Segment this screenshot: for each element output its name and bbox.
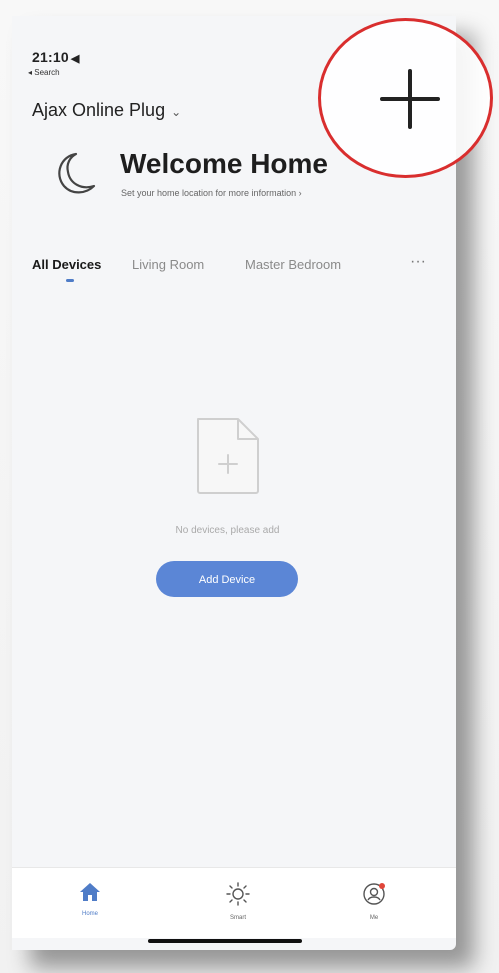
nav-home-label: Home xyxy=(81,911,98,917)
active-tab-indicator xyxy=(66,279,74,282)
more-tabs-icon[interactable]: ··· xyxy=(410,253,426,271)
sun-icon xyxy=(226,882,250,906)
room-tabs: All Devices Living Room Master Bedroom ·… xyxy=(32,253,426,297)
status-time-text: 21:10 xyxy=(32,49,69,65)
nav-smart[interactable]: Smart xyxy=(208,882,268,921)
bottom-navigation: Home Smart Me xyxy=(12,867,456,938)
tab-living-room[interactable]: Living Room xyxy=(132,257,204,272)
home-name: Ajax Online Plug xyxy=(32,100,166,120)
location-arrow-icon: ◀ xyxy=(70,53,80,65)
tab-all-devices[interactable]: All Devices xyxy=(32,257,101,272)
home-selector[interactable]: Ajax Online Plug ⌄ xyxy=(32,100,181,121)
nav-home[interactable]: Home xyxy=(60,882,120,917)
welcome-title: Welcome Home xyxy=(120,148,328,179)
profile-icon xyxy=(363,883,385,905)
no-devices-message: No devices, please add xyxy=(175,525,280,536)
plus-icon xyxy=(380,69,440,129)
home-indicator-bar xyxy=(148,939,302,943)
nav-me-label: Me xyxy=(369,915,379,921)
empty-document-icon xyxy=(197,418,259,494)
house-icon xyxy=(80,883,100,901)
tab-master-bedroom[interactable]: Master Bedroom xyxy=(245,257,341,272)
moon-icon xyxy=(58,152,96,194)
nav-smart-label: Smart xyxy=(229,915,246,921)
chevron-down-icon: ⌄ xyxy=(171,104,182,119)
app-page: 21:10 ◀ ◂ Search Ajax Online Plug ⌄ Welco… xyxy=(0,0,499,973)
nav-me[interactable]: Me xyxy=(344,882,404,921)
home-location-prompt[interactable]: Set your home location for more informat… xyxy=(121,188,302,198)
empty-state: No devices, please add Add Device xyxy=(145,415,310,601)
status-time: 21:10 ◀ xyxy=(32,49,79,65)
add-device-button[interactable]: Add Device xyxy=(156,561,298,597)
back-to-search-link[interactable]: ◂ Search xyxy=(28,68,60,77)
add-button-highlight[interactable] xyxy=(318,18,493,178)
